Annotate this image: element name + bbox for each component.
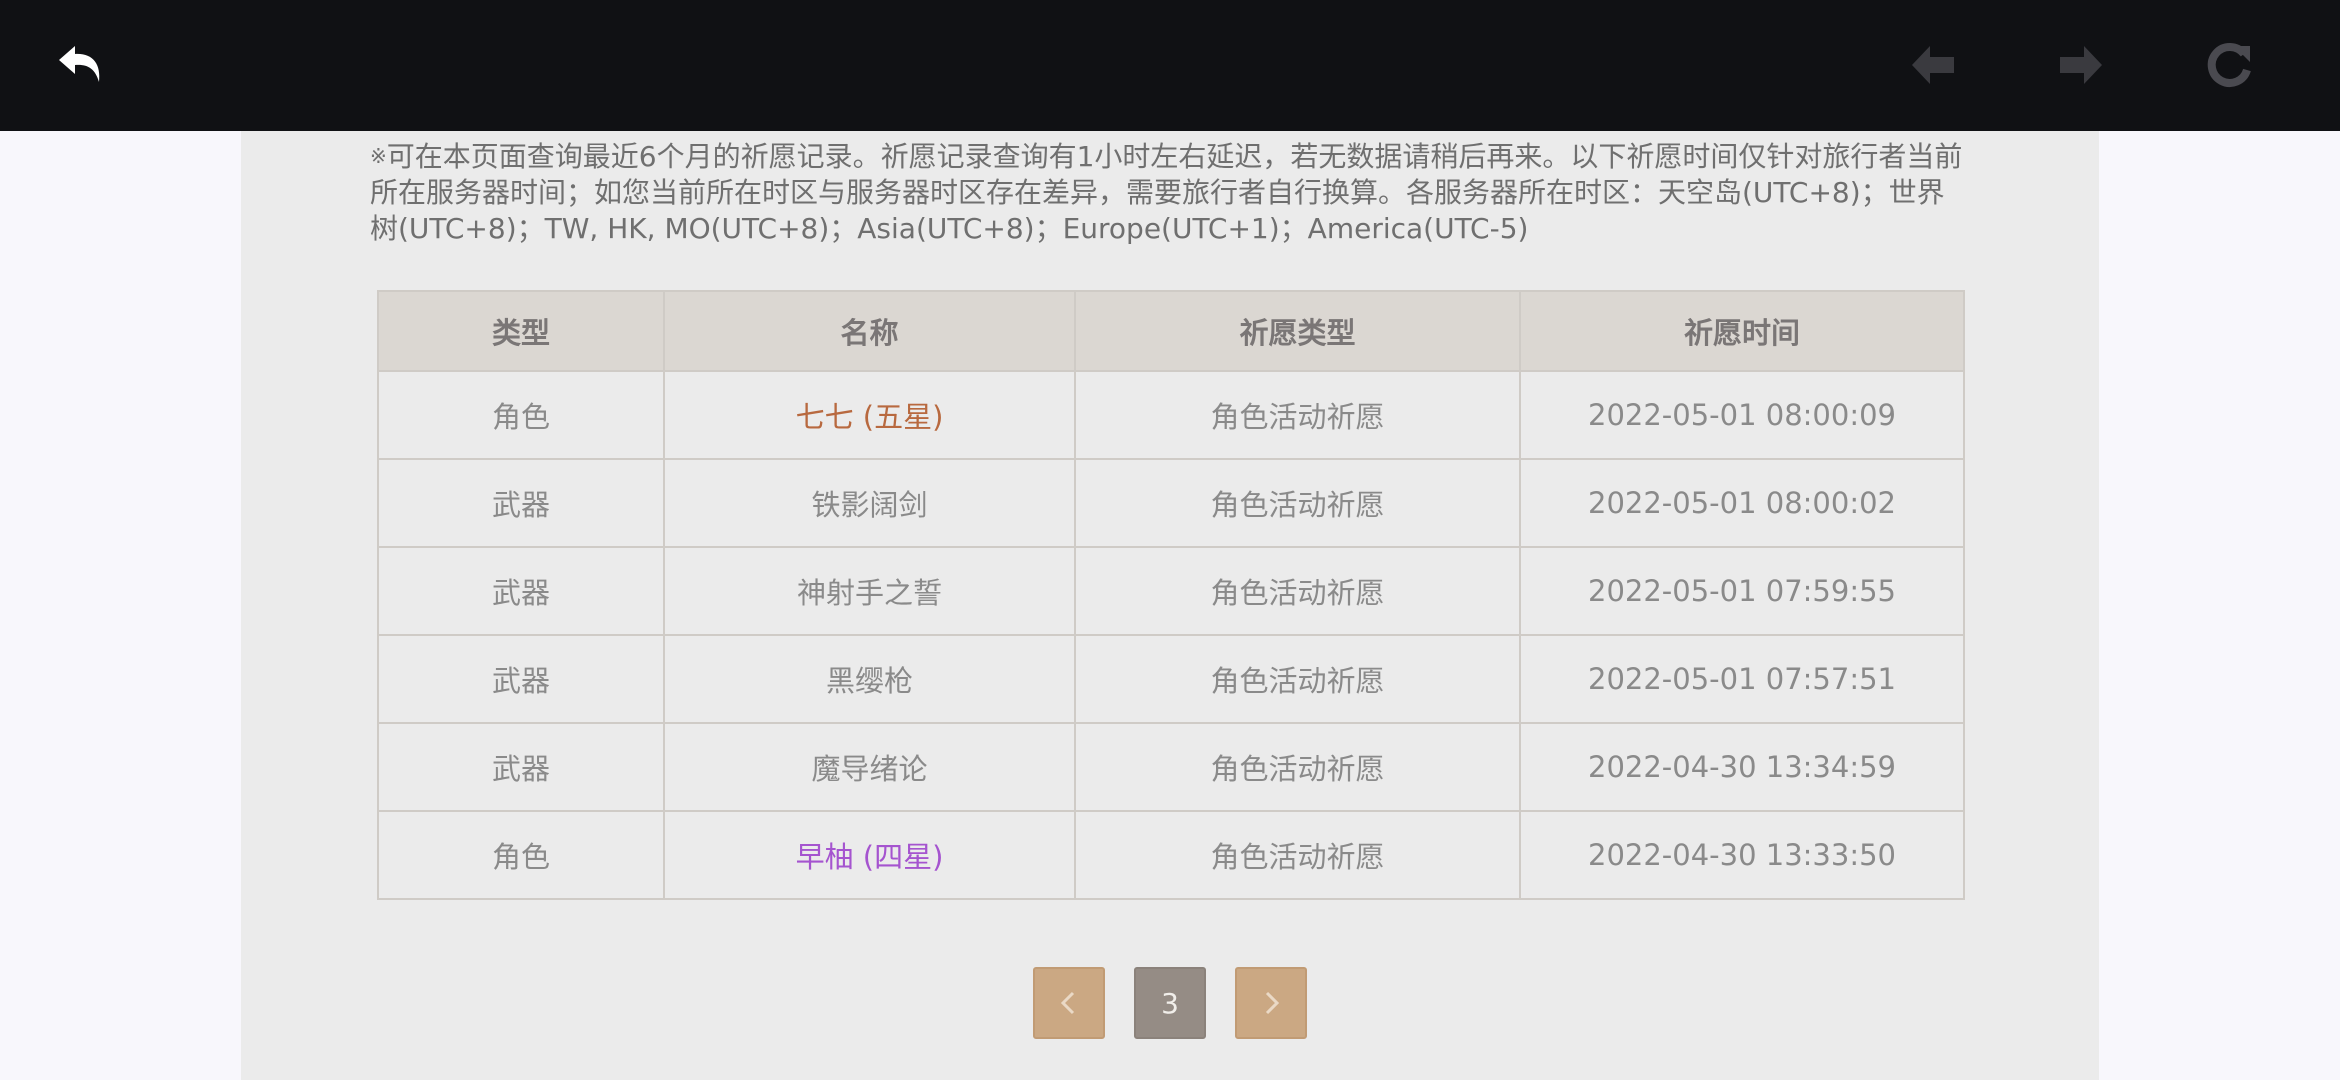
cell-wish-type: 角色活动祈愿 [1074, 722, 1521, 812]
cell-type: 武器 [377, 634, 665, 724]
notice-mark: ※ [370, 144, 387, 168]
cell-wish-type: 角色活动祈愿 [1074, 546, 1521, 636]
table-row: 武器 黑缨枪 角色活动祈愿 2022-05-01 07:57:51 [377, 634, 1965, 724]
cell-type: 武器 [377, 722, 665, 812]
cell-wish-type: 角色活动祈愿 [1074, 370, 1521, 460]
table-header-row: 类型 名称 祈愿类型 祈愿时间 [377, 290, 1965, 372]
cell-type: 武器 [377, 546, 665, 636]
header-wish-type: 祈愿类型 [1074, 290, 1521, 372]
cell-time: 2022-05-01 07:59:55 [1519, 546, 1965, 636]
reload-icon [2207, 42, 2251, 87]
next-page-button[interactable] [2052, 36, 2110, 94]
header-type: 类型 [377, 290, 665, 372]
notice-body: 可在本页面查询最近6个月的祈愿记录。祈愿记录查询有1小时左右延迟，若无数据请稍后… [370, 140, 1963, 245]
cell-type: 角色 [377, 810, 665, 900]
chevron-right-icon [1265, 991, 1280, 1015]
chevron-left-icon [1060, 991, 1075, 1015]
cell-name: 神射手之誓 [663, 546, 1076, 636]
cell-time: 2022-05-01 08:00:09 [1519, 370, 1965, 460]
cell-time: 2022-05-01 08:00:02 [1519, 458, 1965, 548]
table-row: 武器 魔导绪论 角色活动祈愿 2022-04-30 13:34:59 [377, 722, 1965, 812]
cell-type: 角色 [377, 370, 665, 460]
back-button[interactable] [53, 36, 111, 94]
table-row: 武器 神射手之誓 角色活动祈愿 2022-05-01 07:59:55 [377, 546, 1965, 636]
pagination-next-button[interactable] [1235, 967, 1307, 1039]
cell-name: 铁影阔剑 [663, 458, 1076, 548]
cell-name: 魔导绪论 [663, 722, 1076, 812]
undo-arrow-icon [59, 46, 100, 82]
back-arrow-icon [1912, 46, 1954, 84]
top-toolbar [0, 0, 2340, 131]
cell-time: 2022-05-01 07:57:51 [1519, 634, 1965, 724]
cell-type: 武器 [377, 458, 665, 548]
cell-name: 七七 (五星) [663, 370, 1076, 460]
header-wish-time: 祈愿时间 [1519, 290, 1965, 372]
forward-arrow-icon [2060, 46, 2102, 84]
cell-name: 黑缨枪 [663, 634, 1076, 724]
table-row: 角色 早柚 (四星) 角色活动祈愿 2022-04-30 13:33:50 [377, 810, 1965, 900]
cell-name: 早柚 (四星) [663, 810, 1076, 900]
cell-time: 2022-04-30 13:34:59 [1519, 722, 1965, 812]
pagination-current-page[interactable]: 3 [1134, 967, 1206, 1039]
wish-records-table: 类型 名称 祈愿类型 祈愿时间 角色 七七 (五星) 角色活动祈愿 2022-0… [377, 290, 1965, 900]
header-name: 名称 [663, 290, 1076, 372]
cell-time: 2022-04-30 13:33:50 [1519, 810, 1965, 900]
notice-text: ※可在本页面查询最近6个月的祈愿记录。祈愿记录查询有1小时左右延迟，若无数据请稍… [370, 138, 1970, 247]
table-row: 角色 七七 (五星) 角色活动祈愿 2022-05-01 08:00:09 [377, 370, 1965, 460]
table-row: 武器 铁影阔剑 角色活动祈愿 2022-05-01 08:00:02 [377, 458, 1965, 548]
cell-wish-type: 角色活动祈愿 [1074, 810, 1521, 900]
pagination-prev-button[interactable] [1033, 967, 1105, 1039]
reload-button[interactable] [2200, 36, 2258, 94]
cell-wish-type: 角色活动祈愿 [1074, 634, 1521, 724]
prev-page-button[interactable] [1904, 36, 1962, 94]
cell-wish-type: 角色活动祈愿 [1074, 458, 1521, 548]
